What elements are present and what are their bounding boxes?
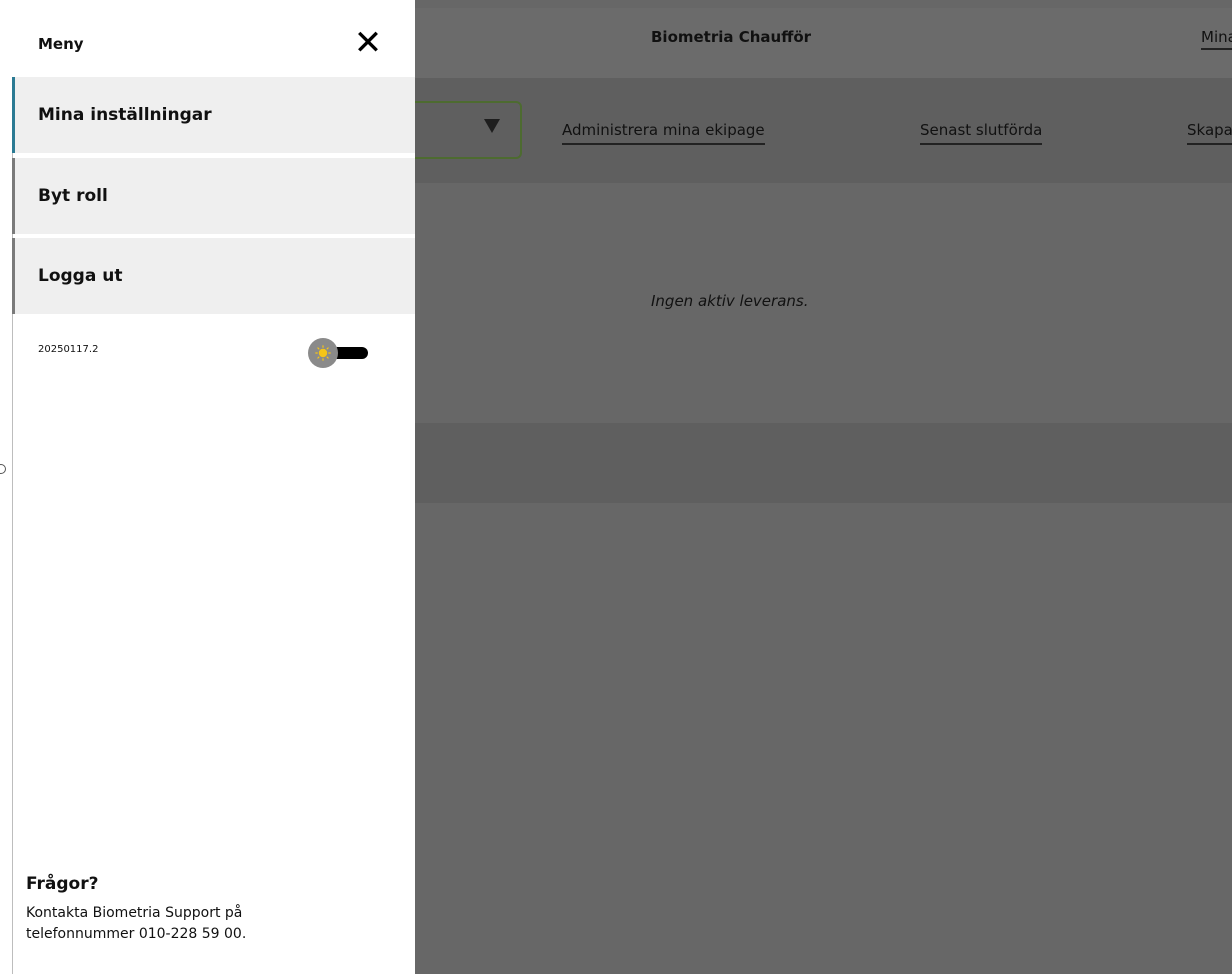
support-contact-text: Kontakta Biometria Support på telefonnum… (26, 905, 247, 942)
questions-heading: Frågor? (26, 874, 99, 894)
sun-icon (315, 345, 331, 361)
menu-item-my-settings[interactable]: Mina inställningar (12, 77, 415, 153)
empty-state-message: Ingen aktiv leverans. (651, 292, 809, 310)
recently-completed-link[interactable]: Senast slutförda (920, 121, 1043, 145)
caret-down-icon[interactable] (484, 119, 500, 133)
manage-vehicles-link[interactable]: Administrera mina ekipage (562, 121, 765, 145)
close-icon[interactable]: ✕ (353, 26, 383, 60)
header-link[interactable]: Mina sidor (1201, 28, 1232, 50)
menu-item-label: Byt roll (38, 186, 108, 206)
theme-toggle[interactable] (308, 336, 370, 368)
menu-item-label: Mina inställningar (38, 105, 212, 125)
menu-item-switch-role[interactable]: Byt roll (12, 158, 415, 234)
toggle-knob (308, 338, 338, 368)
app-title: Biometria Chaufför (651, 28, 812, 46)
menu-title: Meny (38, 35, 84, 53)
drawer-resize-handle[interactable] (0, 464, 6, 474)
create-link[interactable]: Skapa (1187, 121, 1232, 145)
menu-item-logout[interactable]: Logga ut (12, 238, 415, 314)
app-version: 20250117.2 (38, 344, 99, 355)
side-menu-drawer: Meny ✕ Mina inställningar Byt roll Logga… (0, 0, 415, 974)
menu-item-label: Logga ut (38, 266, 123, 286)
